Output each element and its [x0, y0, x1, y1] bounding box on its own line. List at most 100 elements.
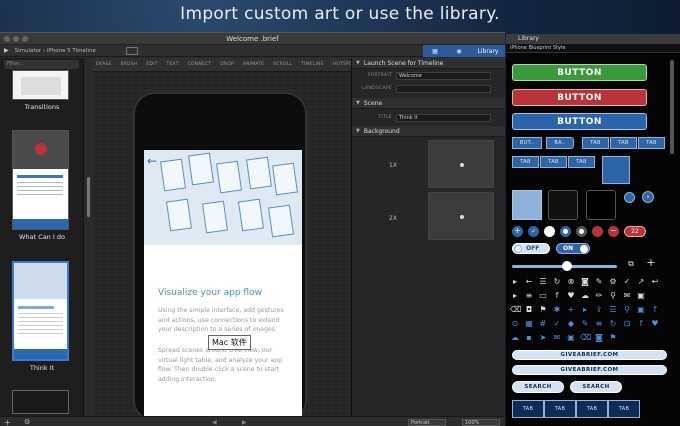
refresh-icon[interactable]: ↻ [552, 277, 562, 286]
background-1x-well[interactable] [428, 140, 494, 188]
scene-title-input[interactable]: Think It [396, 113, 491, 122]
library-tab-item[interactable]: BA.. [546, 137, 574, 149]
mail-icon[interactable]: ✉ [622, 291, 632, 300]
mail-blue-icon[interactable]: ✉ [552, 333, 562, 342]
link-icon[interactable]: ⚲ [608, 291, 618, 300]
breadcrumb[interactable]: Simulator › iPhone 5 Timeline [15, 48, 96, 54]
scene-thumbnail[interactable] [12, 70, 69, 100]
library-tab-item[interactable]: BUT.. [512, 137, 542, 149]
tool-text[interactable]: TEXT [167, 62, 179, 67]
trash-icon[interactable]: ⌫ [510, 305, 521, 314]
hash-blue-icon[interactable]: # [538, 319, 548, 328]
scene-canvas[interactable]: ERASE BRUSH EDIT TEXT CONNECT DROP ANIMA… [92, 58, 453, 422]
portrait-select[interactable]: Welcome [396, 71, 491, 80]
triangle-icon[interactable]: ▸ [510, 291, 520, 300]
image-icon[interactable]: ▣ [636, 291, 646, 300]
radio-on-icon[interactable] [560, 226, 571, 237]
chevron-right-icon[interactable]: › [642, 191, 654, 203]
library-tab[interactable]: Library [471, 45, 505, 57]
camera-icon[interactable]: ◙ [580, 277, 590, 286]
plus-icon[interactable]: + [646, 257, 656, 268]
tool-drop[interactable]: DROP [220, 62, 234, 67]
flag-icon[interactable]: ⚑ [538, 305, 548, 314]
facebook-blue-icon[interactable]: f [636, 319, 646, 328]
inspector-tab-icon[interactable]: ▦ [423, 45, 447, 57]
landscape-select[interactable] [396, 84, 491, 93]
list-blue-icon[interactable]: ≡ [594, 319, 604, 328]
comment-icon[interactable]: ▭ [538, 291, 548, 300]
scene-thumbnail-selected[interactable] [12, 261, 69, 361]
radio-off-icon[interactable] [544, 226, 555, 237]
facebook-blue-icon[interactable]: f [650, 305, 660, 314]
device-orientation-select[interactable]: Portrait [408, 418, 446, 426]
launch-scene-header[interactable]: ▼ Launch Scene for Timeline [352, 58, 505, 69]
menu-icon[interactable]: ☰ [538, 277, 548, 286]
toggle-off[interactable]: OFF [512, 243, 550, 254]
twitter-icon[interactable]: ♥ [566, 291, 576, 300]
tool-connect[interactable]: CONNECT [188, 62, 212, 67]
gear-icon[interactable]: ⚙ [24, 418, 30, 426]
prev-icon[interactable]: ◀ [212, 419, 217, 426]
trash-blue-icon[interactable]: ⌫ [580, 333, 591, 342]
minimize-window-button[interactable] [13, 36, 19, 42]
settings-tab-icon[interactable]: ◉ [447, 45, 471, 57]
zoom-window-button[interactable] [22, 36, 28, 42]
duplicate-icon[interactable]: ⧉ [626, 259, 636, 268]
check-icon[interactable]: ✓ [622, 277, 632, 286]
refresh-blue-icon[interactable]: ↻ [608, 319, 618, 328]
library-blue-square[interactable] [602, 156, 630, 184]
menu-blue-icon[interactable]: ☰ [608, 305, 618, 314]
library-button-blue[interactable]: BUTTON [512, 113, 647, 130]
arrow-left-icon[interactable]: ← [524, 277, 534, 286]
scene-thumbnail[interactable] [12, 390, 69, 414]
library-tab-item[interactable]: TAB [610, 137, 637, 149]
share-icon[interactable] [125, 46, 138, 55]
scene-label-what-can-i-do[interactable]: What Can I do [0, 233, 84, 241]
lock-blue-icon[interactable]: ⊡ [622, 319, 632, 328]
tabbar-item[interactable]: TAB [512, 400, 544, 418]
image-blue-icon[interactable]: ▣ [636, 305, 646, 314]
tool-brush[interactable]: BRUSH [121, 62, 138, 67]
tabbar-item[interactable]: TAB [608, 400, 640, 418]
plus-circle-icon[interactable]: + [512, 226, 523, 237]
cloud-icon[interactable]: ☁ [580, 291, 590, 300]
library-tab-item[interactable]: TAB [512, 156, 539, 168]
play-icon[interactable]: ▶ [4, 47, 9, 54]
triangle-icon[interactable]: ▸ [510, 277, 520, 286]
arrow-blue-icon[interactable]: ▸ [580, 305, 590, 314]
library-circle[interactable] [624, 192, 635, 203]
share-icon[interactable]: ↗ [636, 277, 646, 286]
search-blue-icon[interactable]: ⚲ [622, 305, 632, 314]
share-blue-icon[interactable]: ⇪ [594, 305, 604, 314]
pencil-icon[interactable]: ✏ [594, 291, 604, 300]
scene-thumbnail[interactable] [12, 130, 69, 230]
edit-icon[interactable]: ✎ [594, 277, 604, 286]
library-tab-item[interactable]: TAB [540, 156, 567, 168]
camera-blue-icon[interactable]: ◙ [594, 333, 604, 342]
library-tab-item[interactable]: TAB [638, 137, 665, 149]
background-header[interactable]: ▼ Background [352, 126, 505, 137]
gear-icon[interactable]: ⚙ [608, 277, 618, 286]
tool-erase[interactable]: ERASE [96, 62, 112, 67]
toggle-on[interactable]: ON [556, 243, 590, 254]
send-blue-icon[interactable]: ➤ [538, 333, 548, 342]
box-blue-icon[interactable]: ▪ [524, 333, 534, 342]
facebook-icon[interactable]: f [552, 291, 562, 300]
slider-thumb[interactable] [562, 261, 572, 271]
search-field[interactable]: SEARCH [512, 381, 564, 393]
tool-scroll[interactable]: SCROLL [273, 62, 292, 67]
scene-search-input[interactable]: Filter... [4, 60, 79, 69]
check-blue-icon[interactable]: ✓ [552, 319, 562, 328]
library-light-square[interactable] [512, 190, 542, 220]
scene-label-think-it[interactable]: Think It [0, 364, 84, 372]
search-field[interactable]: SEARCH [570, 381, 622, 393]
tool-animate[interactable]: ANIMATE [243, 62, 264, 67]
radio-dark-icon[interactable] [576, 226, 587, 237]
library-button-green[interactable]: BUTTON [512, 64, 647, 81]
reply-icon[interactable]: ↩ [650, 277, 660, 286]
tabbar-item[interactable]: TAB [544, 400, 576, 418]
library-scrollbar[interactable] [670, 60, 674, 154]
camera-icon[interactable]: ◘ [524, 305, 534, 314]
url-bar[interactable]: GIVEABRIEF.COM [512, 350, 667, 360]
add-scene-icon[interactable]: + [4, 418, 11, 426]
